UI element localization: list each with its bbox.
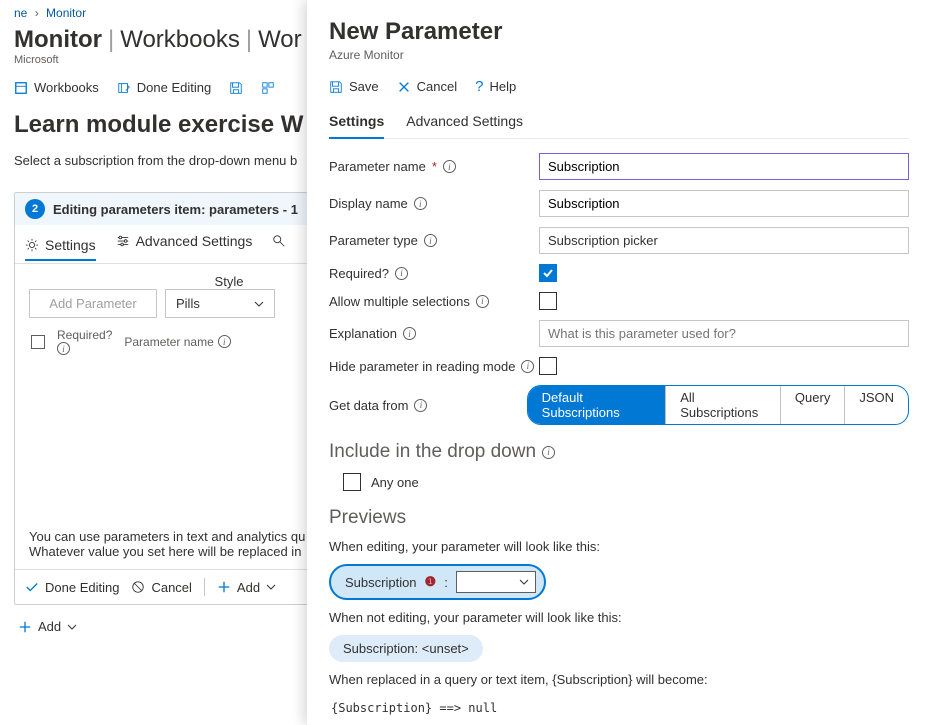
cancel-button[interactable]: Cancel bbox=[131, 580, 191, 595]
explanation-input[interactable] bbox=[539, 320, 909, 347]
done-editing-button[interactable]: Done Editing bbox=[117, 80, 211, 95]
info-icon[interactable]: i bbox=[218, 335, 231, 348]
edit-done-icon bbox=[117, 81, 131, 95]
check-icon bbox=[25, 580, 39, 594]
new-parameter-panel: New Parameter Azure Monitor Save Cancel … bbox=[307, 0, 931, 725]
pill-json[interactable]: JSON bbox=[845, 386, 908, 424]
hide-param-label: Hide parameter in reading mode i bbox=[329, 359, 539, 374]
step-number-badge: 2 bbox=[25, 199, 45, 219]
step-title: Editing parameters item: parameters - 1 bbox=[53, 202, 298, 217]
col-required: Required? bbox=[57, 328, 112, 342]
separator bbox=[204, 578, 205, 596]
close-icon bbox=[397, 80, 411, 94]
param-name-label: Parameter name * i bbox=[329, 159, 539, 174]
explanation-label: Explanation i bbox=[329, 326, 539, 341]
share-icon-button[interactable] bbox=[261, 81, 275, 95]
panel-tabs: Settings Advanced Settings bbox=[329, 107, 909, 139]
info-icon[interactable]: i bbox=[414, 197, 427, 210]
required-checkbox[interactable] bbox=[539, 264, 557, 282]
allow-multiple-label: Allow multiple selections i bbox=[329, 294, 539, 309]
select-all-checkbox[interactable] bbox=[31, 335, 45, 349]
breadcrumb-item[interactable]: Monitor bbox=[46, 6, 86, 20]
preview-editing-text: When editing, your parameter will look l… bbox=[329, 539, 909, 554]
plus-icon bbox=[217, 580, 231, 594]
done-editing-button[interactable]: Done Editing bbox=[25, 580, 119, 595]
share-icon bbox=[261, 81, 275, 95]
get-data-label: Get data from i bbox=[329, 398, 527, 413]
chevron-down-icon bbox=[266, 582, 276, 592]
breadcrumb-item[interactable]: ne bbox=[14, 6, 27, 20]
allow-multiple-checkbox[interactable] bbox=[539, 292, 557, 310]
hide-param-checkbox[interactable] bbox=[539, 357, 557, 375]
page-title: Monitor|Workbooks|Wor bbox=[14, 26, 302, 54]
info-icon[interactable]: i bbox=[443, 160, 456, 173]
display-name-input[interactable] bbox=[539, 190, 909, 217]
anyone-label: Any one bbox=[371, 475, 419, 490]
save-icon bbox=[329, 80, 343, 94]
style-select[interactable]: Pills bbox=[165, 289, 275, 318]
tab-extra[interactable] bbox=[272, 234, 286, 254]
help-icon: ? bbox=[475, 78, 483, 95]
required-label: Required? i bbox=[329, 266, 539, 281]
param-name-input[interactable] bbox=[539, 153, 909, 180]
add-button[interactable]: Add bbox=[217, 580, 276, 595]
save-icon-button[interactable] bbox=[229, 81, 243, 95]
workbook-icon bbox=[14, 81, 28, 95]
previews-heading: Previews bbox=[329, 507, 909, 529]
info-icon[interactable]: i bbox=[542, 446, 555, 459]
workbooks-button[interactable]: Workbooks bbox=[14, 80, 99, 95]
tab-settings[interactable]: Settings bbox=[329, 107, 384, 139]
save-button[interactable]: Save bbox=[329, 78, 379, 95]
param-type-select[interactable]: Subscription picker bbox=[539, 227, 909, 254]
check-icon bbox=[542, 267, 554, 279]
data-source-pills: Default Subscriptions All Subscriptions … bbox=[527, 385, 909, 425]
preview-replaced-text: When replaced in a query or text item, {… bbox=[329, 672, 909, 687]
preview-code: {Subscription} ==> null bbox=[329, 697, 909, 719]
anyone-checkbox[interactable] bbox=[343, 473, 361, 491]
save-icon bbox=[229, 81, 243, 95]
search-icon bbox=[272, 234, 286, 248]
param-type-label: Parameter type i bbox=[329, 233, 539, 248]
info-icon[interactable]: i bbox=[403, 327, 416, 340]
panel-subtitle: Azure Monitor bbox=[329, 48, 909, 62]
chevron-down-icon bbox=[519, 577, 529, 587]
preview-not-editing-text: When not editing, your parameter will lo… bbox=[329, 610, 909, 625]
chevron-right-icon: › bbox=[35, 6, 39, 20]
tab-advanced-settings[interactable]: Advanced Settings bbox=[116, 233, 253, 255]
error-icon: ❶ bbox=[425, 574, 437, 590]
tab-settings[interactable]: Settings bbox=[25, 237, 96, 261]
include-heading: Include in the drop down i bbox=[329, 441, 909, 463]
display-name-label: Display name i bbox=[329, 196, 539, 211]
style-column-label: Style bbox=[169, 274, 289, 289]
preview-readonly-pill: Subscription: <unset> bbox=[329, 635, 483, 662]
tab-advanced-settings[interactable]: Advanced Settings bbox=[406, 107, 523, 138]
info-icon[interactable]: i bbox=[57, 342, 70, 355]
pill-query[interactable]: Query bbox=[781, 386, 845, 424]
add-parameter-button[interactable]: Add Parameter bbox=[29, 289, 157, 318]
info-icon[interactable]: i bbox=[395, 267, 408, 280]
cancel-button[interactable]: Cancel bbox=[397, 78, 457, 95]
preview-dropdown[interactable] bbox=[456, 571, 536, 593]
pill-default-subs[interactable]: Default Subscriptions bbox=[528, 386, 667, 424]
cancel-icon bbox=[131, 580, 145, 594]
sliders-icon bbox=[116, 234, 130, 248]
plus-icon bbox=[18, 620, 32, 634]
pill-all-subs[interactable]: All Subscriptions bbox=[666, 386, 781, 424]
gear-icon bbox=[25, 238, 39, 252]
info-icon[interactable]: i bbox=[476, 295, 489, 308]
info-icon[interactable]: i bbox=[521, 360, 534, 373]
col-parameter-name: Parameter name bbox=[124, 335, 213, 349]
chevron-down-icon bbox=[67, 622, 77, 632]
panel-title: New Parameter bbox=[329, 18, 909, 46]
info-icon[interactable]: i bbox=[414, 399, 427, 412]
info-icon[interactable]: i bbox=[424, 234, 437, 247]
chevron-down-icon bbox=[254, 299, 264, 309]
preview-editing-pill[interactable]: Subscription ❶: bbox=[329, 564, 546, 600]
panel-action-bar: Save Cancel ? Help bbox=[329, 72, 909, 107]
help-button[interactable]: ? Help bbox=[475, 78, 516, 95]
add-component-button[interactable]: Add bbox=[14, 605, 77, 634]
